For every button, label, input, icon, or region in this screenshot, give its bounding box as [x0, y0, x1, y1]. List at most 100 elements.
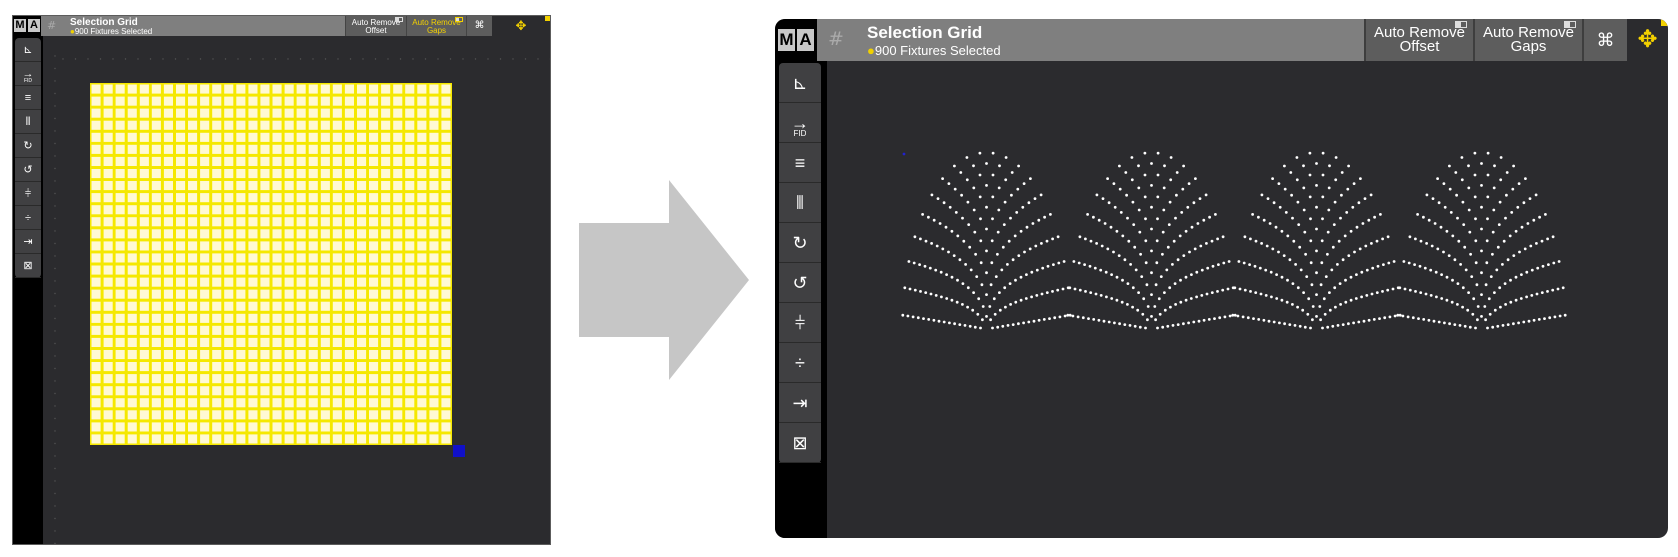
fixture-dot[interactable]: [1491, 252, 1494, 256]
grid-cell[interactable]: [284, 350, 294, 360]
fixture-dot[interactable]: [1315, 184, 1318, 187]
fixture-dot[interactable]: [1303, 325, 1307, 329]
grid-cell[interactable]: [127, 241, 137, 251]
fixture-dot[interactable]: [1296, 305, 1299, 309]
grid-cell[interactable]: [344, 108, 354, 118]
grid-cell[interactable]: [393, 120, 403, 130]
grid-cell[interactable]: [308, 253, 318, 263]
grid-cell[interactable]: [393, 265, 403, 275]
grid-cell[interactable]: [417, 289, 427, 299]
fixture-dot[interactable]: [1475, 283, 1479, 287]
grid-cell[interactable]: [248, 193, 258, 203]
fixture-dot[interactable]: [1138, 230, 1142, 234]
grid-cell[interactable]: [369, 132, 379, 142]
grid-cell[interactable]: [91, 422, 101, 432]
grid-cell[interactable]: [417, 350, 427, 360]
auto-remove-gaps-button[interactable]: Auto Remove Gaps: [1473, 19, 1582, 61]
fixture-dot[interactable]: [1226, 287, 1230, 291]
grid-cell[interactable]: [272, 217, 282, 227]
fixture-dot[interactable]: [1427, 318, 1431, 322]
grid-cell[interactable]: [441, 325, 451, 335]
fixture-dot[interactable]: [1027, 320, 1031, 324]
fixture-dot[interactable]: [1017, 322, 1020, 326]
fixture-dot[interactable]: [965, 156, 969, 159]
fixture-dot[interactable]: [1280, 229, 1284, 233]
fixture-dot[interactable]: [990, 239, 994, 243]
grid-cell[interactable]: [200, 374, 210, 384]
fixture-dot[interactable]: [1190, 273, 1193, 276]
grid-cell[interactable]: [344, 229, 354, 239]
grid-cell[interactable]: [405, 350, 415, 360]
grid-cell[interactable]: [127, 301, 137, 311]
fixture-dot[interactable]: [1136, 308, 1140, 312]
grid-cell[interactable]: [91, 144, 101, 154]
grid-cell[interactable]: [163, 217, 173, 227]
fixture-dot[interactable]: [996, 230, 1000, 234]
grid-cell[interactable]: [308, 241, 318, 251]
grid-cell[interactable]: [260, 422, 270, 432]
grid-cell[interactable]: [272, 325, 282, 335]
grid-cell[interactable]: [115, 144, 125, 154]
grid-cell[interactable]: [151, 350, 161, 360]
grid-cell[interactable]: [139, 120, 149, 130]
grid-cell[interactable]: [151, 265, 161, 275]
grid-cell[interactable]: [284, 325, 294, 335]
fixture-dot[interactable]: [1139, 252, 1142, 256]
grid-cell[interactable]: [260, 169, 270, 179]
fixture-dot[interactable]: [989, 318, 992, 322]
grid-cell[interactable]: [429, 217, 439, 227]
grid-cell[interactable]: [429, 205, 439, 215]
grid-cell[interactable]: [188, 241, 198, 251]
fixture-dot[interactable]: [991, 326, 994, 330]
grid-cell[interactable]: [417, 84, 427, 94]
fixture-dot[interactable]: [1504, 303, 1507, 306]
fixture-dot[interactable]: [1392, 260, 1396, 263]
grid-cell[interactable]: [127, 313, 137, 323]
fixture-dot[interactable]: [1150, 162, 1153, 165]
grid-cell[interactable]: [151, 96, 161, 106]
fixture-dot[interactable]: [1378, 317, 1381, 320]
grid-cell[interactable]: [260, 337, 270, 347]
fixture-dot[interactable]: [1269, 270, 1273, 274]
grid-cell[interactable]: [284, 241, 294, 251]
fixture-dot[interactable]: [1355, 225, 1359, 229]
grid-cell[interactable]: [260, 398, 270, 408]
grid-cell[interactable]: [320, 169, 330, 179]
fixture-dot[interactable]: [1092, 318, 1096, 321]
fixture-dot[interactable]: [1471, 312, 1475, 316]
fixture-dot[interactable]: [906, 314, 910, 318]
grid-cell[interactable]: [115, 84, 125, 94]
grid-cell[interactable]: [212, 144, 222, 154]
fixture-dot[interactable]: [1485, 239, 1489, 243]
fixture-dot[interactable]: [1035, 268, 1039, 272]
grid-cell[interactable]: [91, 169, 101, 179]
fixture-dot[interactable]: [1174, 216, 1177, 220]
grid-cell[interactable]: [151, 144, 161, 154]
fixture-dot[interactable]: [1499, 156, 1503, 159]
fixture-dot[interactable]: [1009, 216, 1012, 220]
grid-cell[interactable]: [224, 144, 234, 154]
grid-cell[interactable]: [212, 410, 222, 420]
fixture-dot[interactable]: [1546, 290, 1549, 293]
grid-cell[interactable]: [139, 422, 149, 432]
fixture-dot[interactable]: [1429, 268, 1433, 272]
fixture-dot[interactable]: [1318, 305, 1322, 308]
grid-cell[interactable]: [248, 265, 258, 275]
grid-cell[interactable]: [441, 374, 451, 384]
grid-cell[interactable]: [429, 84, 439, 94]
fixture-dot[interactable]: [1237, 260, 1241, 263]
grid-cell[interactable]: [405, 156, 415, 166]
grid-cell[interactable]: [441, 84, 451, 94]
grid-cell[interactable]: [236, 265, 246, 275]
grid-cell[interactable]: [260, 205, 270, 215]
grid-cell[interactable]: [320, 422, 330, 432]
fixture-dot[interactable]: [1087, 317, 1090, 320]
grid-cell[interactable]: [224, 205, 234, 215]
fixture-dot[interactable]: [1062, 260, 1066, 263]
grid-cell[interactable]: [200, 229, 210, 239]
grid-cell[interactable]: [441, 410, 451, 420]
fixture-dot[interactable]: [1424, 292, 1428, 296]
grid-cell[interactable]: [369, 362, 379, 372]
fixture-dot[interactable]: [1345, 211, 1349, 214]
grid-cell[interactable]: [344, 386, 354, 396]
